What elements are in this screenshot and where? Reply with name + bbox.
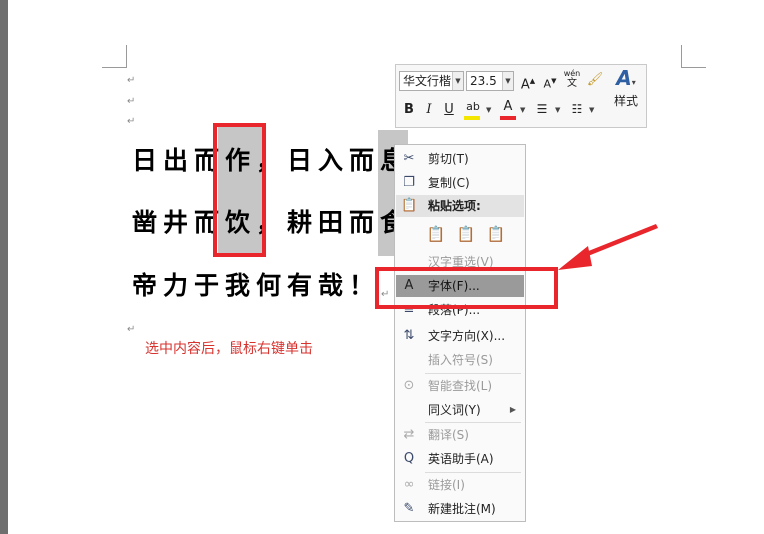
paragraph-mark: ↵	[127, 116, 136, 127]
menu-item-smart-lookup[interactable]: ⊙ 智能查找(L)	[396, 375, 524, 397]
new-comment-icon: ✎	[403, 501, 415, 516]
paragraph-mark: ↵	[127, 96, 136, 107]
menu-item-english-assistant[interactable]: Q 英语助手(A)	[396, 448, 524, 470]
menu-item-copy[interactable]: ❐ 复制(C)	[396, 172, 524, 194]
annotation-arrow	[558, 224, 658, 270]
poem-line-1[interactable]: 日出而作，日入而息	[132, 146, 411, 176]
grow-font-icon: A	[520, 77, 530, 93]
menu-item-cut[interactable]: ✂ 剪切(T)	[396, 148, 524, 170]
numbering-button[interactable]: ☷	[569, 100, 585, 119]
link-icon: ∞	[403, 477, 415, 492]
styles-label: 样式	[613, 94, 638, 108]
chevron-down-icon[interactable]: ▼	[555, 106, 560, 114]
menu-item-insert-symbol[interactable]: 插入符号(S)	[396, 349, 524, 371]
translate-icon: ⇄	[403, 427, 415, 442]
context-menu: ✂ 剪切(T) ❐ 复制(C) 📋 粘贴选项: 📋 📋 📋 汉字重选(V) A …	[394, 144, 526, 522]
english-assistant-icon: Q	[403, 451, 415, 466]
format-painter-icon: 🖌	[586, 72, 604, 87]
font-color-bar	[500, 116, 516, 120]
menu-item-label: 粘贴选项:	[428, 199, 481, 213]
paste-icon: 📋	[401, 198, 418, 213]
shrink-font-button[interactable]: A▼	[542, 72, 558, 94]
menu-item-text-direction[interactable]: ⇅ 文字方向(X)...	[396, 325, 524, 347]
menu-item-synonyms[interactable]: 同义词(Y) ▶	[396, 399, 524, 421]
chevron-right-icon: ▶	[509, 405, 516, 414]
chevron-down-icon[interactable]: ▼	[520, 106, 525, 114]
menu-item-translate[interactable]: ⇄ 翻译(S)	[396, 424, 524, 446]
menu-item-label: 插入符号(S)	[428, 353, 493, 367]
menu-item-new-comment[interactable]: ✎ 新建批注(M)	[396, 498, 524, 520]
italic-button[interactable]: I	[422, 101, 436, 119]
mini-toolbar: 华文行楷 ▼ 23.5 ▼ A▲ A▼ wén 文 🖌 A▾ 样式 B I U …	[395, 64, 647, 128]
instruction-caption: 选中内容后，鼠标右键单击	[145, 341, 313, 357]
font-name-value: 华文行楷	[403, 74, 452, 88]
menu-item-label: 剪切(T)	[428, 152, 469, 166]
underline-button[interactable]: U	[442, 101, 456, 119]
scissors-icon: ✂	[403, 151, 415, 166]
paragraph-mark: ↵	[127, 75, 136, 86]
window-left-edge	[0, 0, 8, 534]
poem-line-3[interactable]: 帝力于我何有哉！	[132, 271, 380, 301]
font-color-button[interactable]: A	[500, 98, 516, 120]
menu-header-paste-options: 📋 粘贴选项:	[396, 195, 524, 217]
bold-button[interactable]: B	[402, 101, 416, 119]
numbering-icon: ☷	[571, 102, 583, 116]
arrow-head	[558, 246, 592, 270]
keep-text-only-icon[interactable]: 📋	[485, 222, 507, 246]
menu-separator	[425, 422, 521, 423]
selection-annotation-box	[213, 123, 266, 257]
font-name-combo[interactable]: 华文行楷 ▼	[399, 71, 464, 91]
keep-source-formatting-icon[interactable]: 📋	[425, 222, 447, 246]
menu-item-label: 复制(C)	[428, 176, 470, 190]
font-item-annotation-box	[375, 267, 558, 309]
menu-item-label: 链接(I)	[428, 478, 465, 492]
chevron-down-icon[interactable]: ▼	[486, 106, 491, 114]
menu-item-label: 同义词(Y)	[428, 403, 481, 417]
crop-mark-top-right	[681, 45, 706, 68]
menu-item-label: 新建批注(M)	[428, 502, 496, 516]
menu-separator	[425, 373, 521, 374]
crop-mark-top-left	[102, 45, 127, 68]
copy-icon: ❐	[403, 175, 415, 190]
menu-item-label: 翻译(S)	[428, 428, 469, 442]
text-direction-icon: ⇅	[403, 328, 415, 343]
format-painter-button[interactable]: 🖌	[586, 71, 604, 89]
smart-lookup-icon: ⊙	[403, 378, 415, 393]
font-size-combo[interactable]: 23.5 ▼	[466, 71, 514, 91]
menu-item-link[interactable]: ∞ 链接(I)	[396, 474, 524, 496]
merge-formatting-icon[interactable]: 📋	[455, 222, 477, 246]
bullets-button[interactable]: ☰	[534, 100, 550, 119]
chevron-down-icon[interactable]: ▼	[589, 106, 594, 114]
styles-button[interactable]: A▾ 样式	[610, 68, 642, 109]
grow-font-button[interactable]: A▲	[520, 72, 536, 94]
chevron-down-icon[interactable]: ▼	[452, 72, 463, 90]
chevron-down-icon[interactable]: ▼	[502, 72, 513, 90]
menu-item-label: 智能查找(L)	[428, 379, 493, 393]
highlight-button[interactable]: ab	[462, 98, 484, 120]
highlight-color-bar	[464, 116, 480, 120]
styles-icon: A▾	[616, 66, 636, 90]
poem-line-2[interactable]: 凿井而饮，耕田而食	[132, 208, 411, 238]
phonetic-guide-button[interactable]: wén 文	[562, 69, 582, 89]
bullets-icon: ☰	[536, 102, 548, 116]
menu-item-label: 文字方向(X)...	[428, 329, 506, 343]
highlight-icon: ab	[466, 100, 480, 113]
shrink-font-icon: A	[543, 77, 552, 91]
font-size-value: 23.5	[470, 74, 497, 88]
phonetic-guide-char: 文	[567, 78, 577, 89]
menu-separator	[425, 472, 521, 473]
menu-item-label: 英语助手(A)	[428, 452, 494, 466]
paragraph-mark: ↵	[127, 324, 136, 335]
font-color-icon: A	[503, 99, 513, 114]
